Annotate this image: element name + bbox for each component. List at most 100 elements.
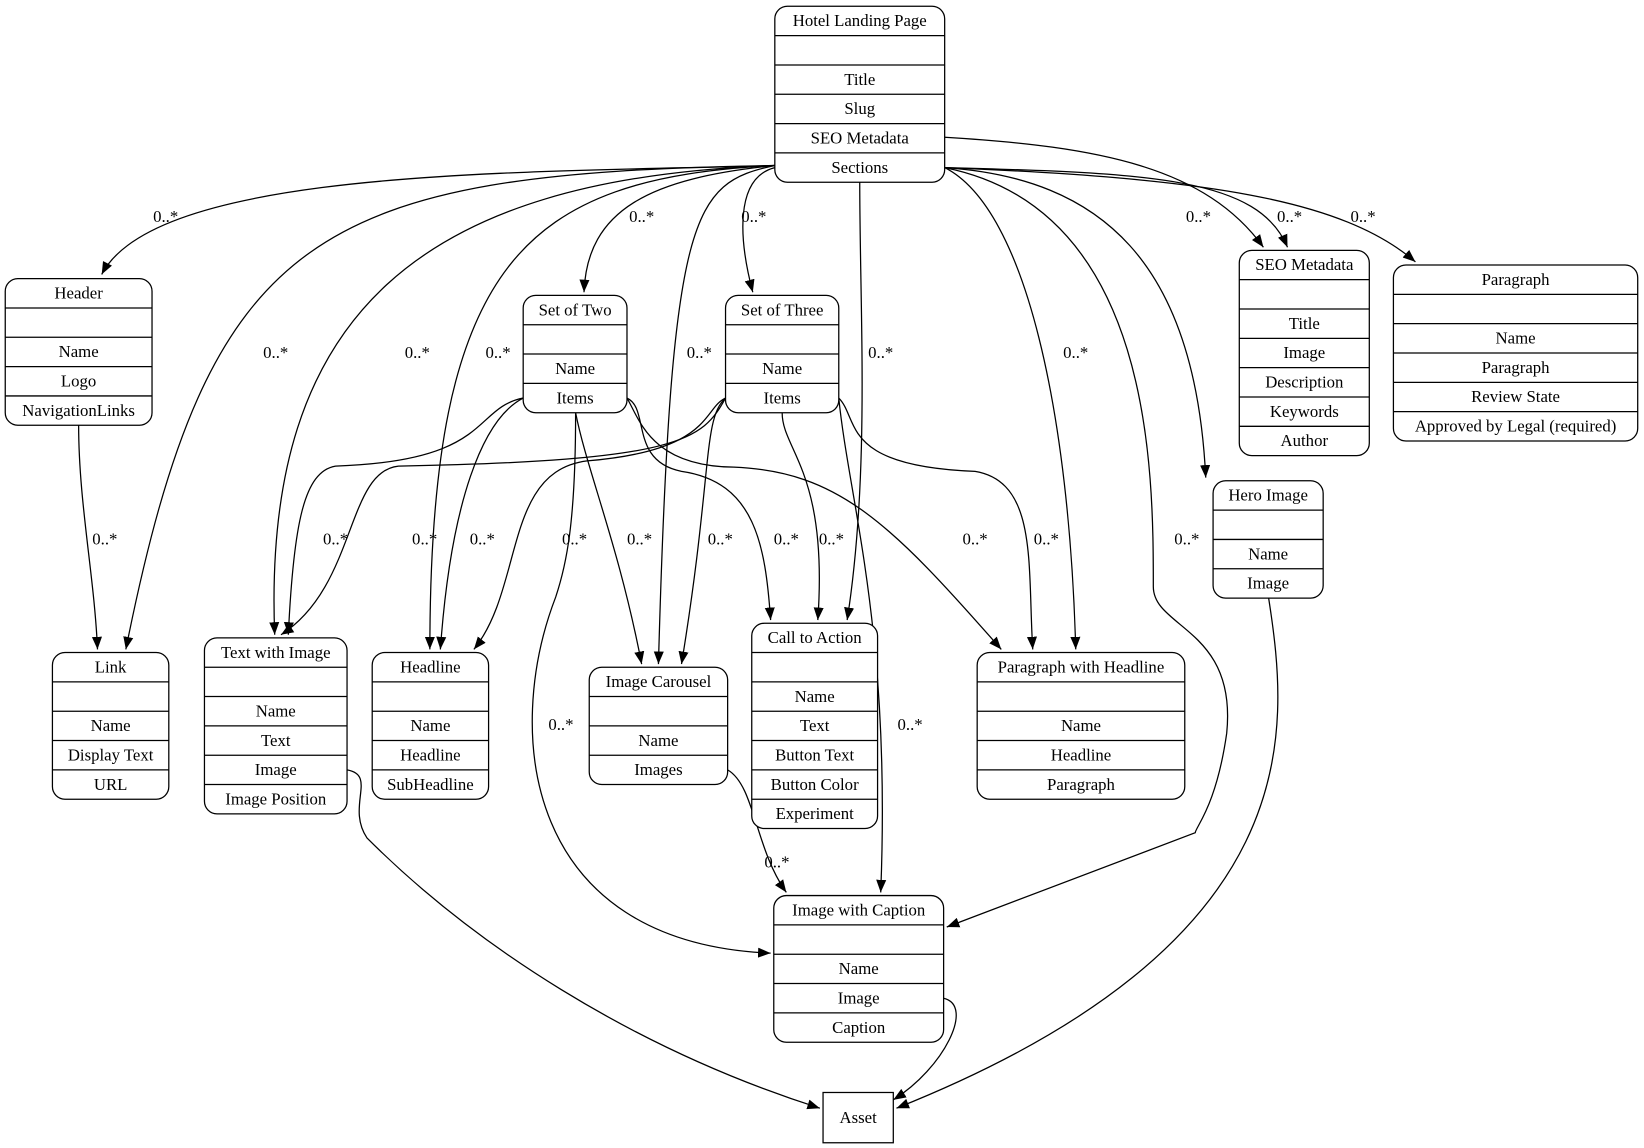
multiplicity-label: 0..*	[92, 530, 117, 549]
multiplicity-label: 0..*	[819, 530, 844, 549]
field-name: Name	[795, 687, 835, 706]
multiplicity-label: 0..*	[263, 343, 288, 362]
class-node-asset[interactable]: Asset	[822, 1091, 894, 1144]
multiplicity-label: 0..*	[868, 343, 893, 362]
field-name: Name	[1061, 716, 1101, 735]
edge-setthree-to-cta: 0..*	[781, 412, 844, 621]
field-paragraph: Paragraph	[1047, 775, 1116, 794]
class-node-hlp[interactable]: Hotel Landing Page Title Slug SEO Metadata S…	[774, 5, 946, 183]
edge-hlp-to-settwo: 0..*	[579, 164, 775, 293]
node-title: Image with Caption	[792, 900, 926, 919]
class-node-header[interactable]: Header Name Logo NavigationLinks	[4, 277, 153, 426]
multiplicity-label: 0..*	[562, 530, 587, 549]
field-review-state: Review State	[1471, 387, 1560, 406]
multiplicity-label: 0..*	[485, 343, 510, 362]
edge-hlp-to-hero: 0..*	[944, 166, 1211, 478]
node-title: Link	[95, 657, 127, 676]
multiplicity-label: 0..*	[627, 530, 652, 549]
field-keywords: Keywords	[1270, 402, 1339, 421]
field-caption: Caption	[832, 1018, 886, 1037]
multiplicity-label: 0..*	[898, 715, 923, 734]
multiplicity-label: 0..*	[548, 715, 573, 734]
multiplicity-label: 0..*	[470, 530, 495, 549]
association-arrow	[838, 397, 1037, 650]
field-navigationlinks: NavigationLinks	[22, 401, 135, 420]
field-button-text: Button Text	[775, 745, 854, 764]
class-node-link[interactable]: Link Name Display Text URL	[51, 651, 170, 800]
node-title: Paragraph with Headline	[998, 657, 1165, 676]
edge-hlp-to-paragraph: 0..*	[944, 166, 1416, 263]
field-images: Images	[634, 760, 682, 779]
association-arrow	[101, 164, 775, 275]
node-title: Call to Action	[768, 628, 863, 647]
field-image: Image	[1247, 574, 1289, 593]
field-slug: Slug	[844, 99, 875, 118]
association-arrow	[781, 412, 824, 621]
multiplicity-label: 0..*	[741, 207, 766, 226]
node-title: Paragraph	[1482, 270, 1551, 289]
class-node-seo[interactable]: SEO Metadata Title Image Description Keyword…	[1238, 249, 1370, 457]
class-node-setthree[interactable]: Set of Three Name Items	[724, 294, 840, 414]
association-arrow	[626, 397, 1002, 650]
association-arrow	[944, 166, 1211, 478]
field-image: Image	[838, 988, 880, 1007]
edge-hlp-to-pwh: 0..*	[944, 167, 1088, 650]
class-node-headline[interactable]: Headline Name Headline SubHeadline	[371, 651, 490, 800]
association-arrow	[742, 166, 775, 293]
association-arrow	[346, 769, 821, 1110]
field-title: Title	[844, 70, 875, 89]
multiplicity-label: 0..*	[153, 207, 178, 226]
field-paragraph: Paragraph	[1482, 358, 1551, 377]
multiplicity-label: 0..*	[1277, 207, 1302, 226]
multiplicity-label: 0..*	[764, 852, 789, 871]
edge-hlp-to-seo	[944, 136, 1264, 248]
field-author: Author	[1281, 431, 1329, 450]
edge-hlp-to-header: 0..*	[101, 164, 775, 275]
multiplicity-label: 0..*	[774, 530, 799, 549]
field-image: Image	[1283, 343, 1325, 362]
edge-header-to-link: 0..*	[78, 425, 117, 650]
class-node-settwo[interactable]: Set of Two Name Items	[522, 294, 628, 414]
node-title: Hero Image	[1228, 486, 1308, 505]
multiplicity-label: 0..*	[1174, 530, 1199, 549]
field-display-text: Display Text	[68, 745, 154, 764]
edges: 0..* 0..* 0..* 0..* 0..* 0..* 0..* 0..* 0..* 0..*…	[78, 136, 1416, 1110]
multiplicity-label: 0..*	[687, 343, 712, 362]
field-headline: Headline	[400, 745, 460, 764]
edge-settwo-to-twi: 0..*	[283, 397, 524, 635]
class-node-iwc[interactable]: Image with Caption Name Image Caption	[773, 894, 945, 1043]
field-name: Name	[638, 731, 678, 750]
nodes: Hotel Landing PageTitleSlugSEO MetadataS…	[4, 5, 1639, 1144]
association-arrow	[944, 166, 1416, 263]
multiplicity-label: 0..*	[405, 343, 430, 362]
node-title: SEO Metadata	[1255, 255, 1354, 274]
field-name: Name	[410, 716, 450, 735]
class-node-twi[interactable]: Text with Image Name Text Image Image Positi…	[203, 637, 348, 815]
class-node-paragraph[interactable]: Paragraph Name Paragraph Review State Approv…	[1392, 264, 1639, 442]
node-title: Set of Two	[539, 300, 612, 319]
class-node-carousel[interactable]: Image Carousel Name Images	[588, 666, 729, 786]
field-headline: Headline	[1051, 745, 1111, 764]
node-title: Text with Image	[221, 643, 331, 662]
edge-setthree-to-pwh: 0..*	[838, 397, 1059, 650]
class-node-cta[interactable]: Call to Action Name Text Button Text Button …	[751, 622, 879, 830]
multiplicity-label: 0..*	[629, 207, 654, 226]
field-image-position: Image Position	[225, 789, 327, 808]
uml-diagram: 0..* 0..* 0..* 0..* 0..* 0..* 0..* 0..* 0..* 0..*…	[4, 5, 1639, 1144]
field-logo: Logo	[61, 372, 96, 391]
field-seo-metadata: SEO Metadata	[811, 129, 910, 148]
multiplicity-label: 0..*	[412, 530, 437, 549]
field-text: Text	[261, 731, 291, 750]
field-name: Name	[256, 701, 296, 720]
class-node-hero[interactable]: Hero Image Name Image	[1212, 480, 1324, 599]
multiplicity-label: 0..*	[1063, 343, 1088, 362]
field-name: Name	[1496, 329, 1536, 348]
field-button-color: Button Color	[771, 775, 859, 794]
multiplicity-label: 0..*	[708, 530, 733, 549]
multiplicity-label: 0..*	[1034, 530, 1059, 549]
class-node-pwh[interactable]: Paragraph with Headline Name Headline Parag…	[976, 651, 1186, 800]
field-experiment: Experiment	[776, 804, 855, 823]
field-title: Title	[1289, 314, 1320, 333]
edge-settwo-to-pwh: 0..*	[626, 397, 1002, 650]
field-name: Name	[839, 959, 879, 978]
